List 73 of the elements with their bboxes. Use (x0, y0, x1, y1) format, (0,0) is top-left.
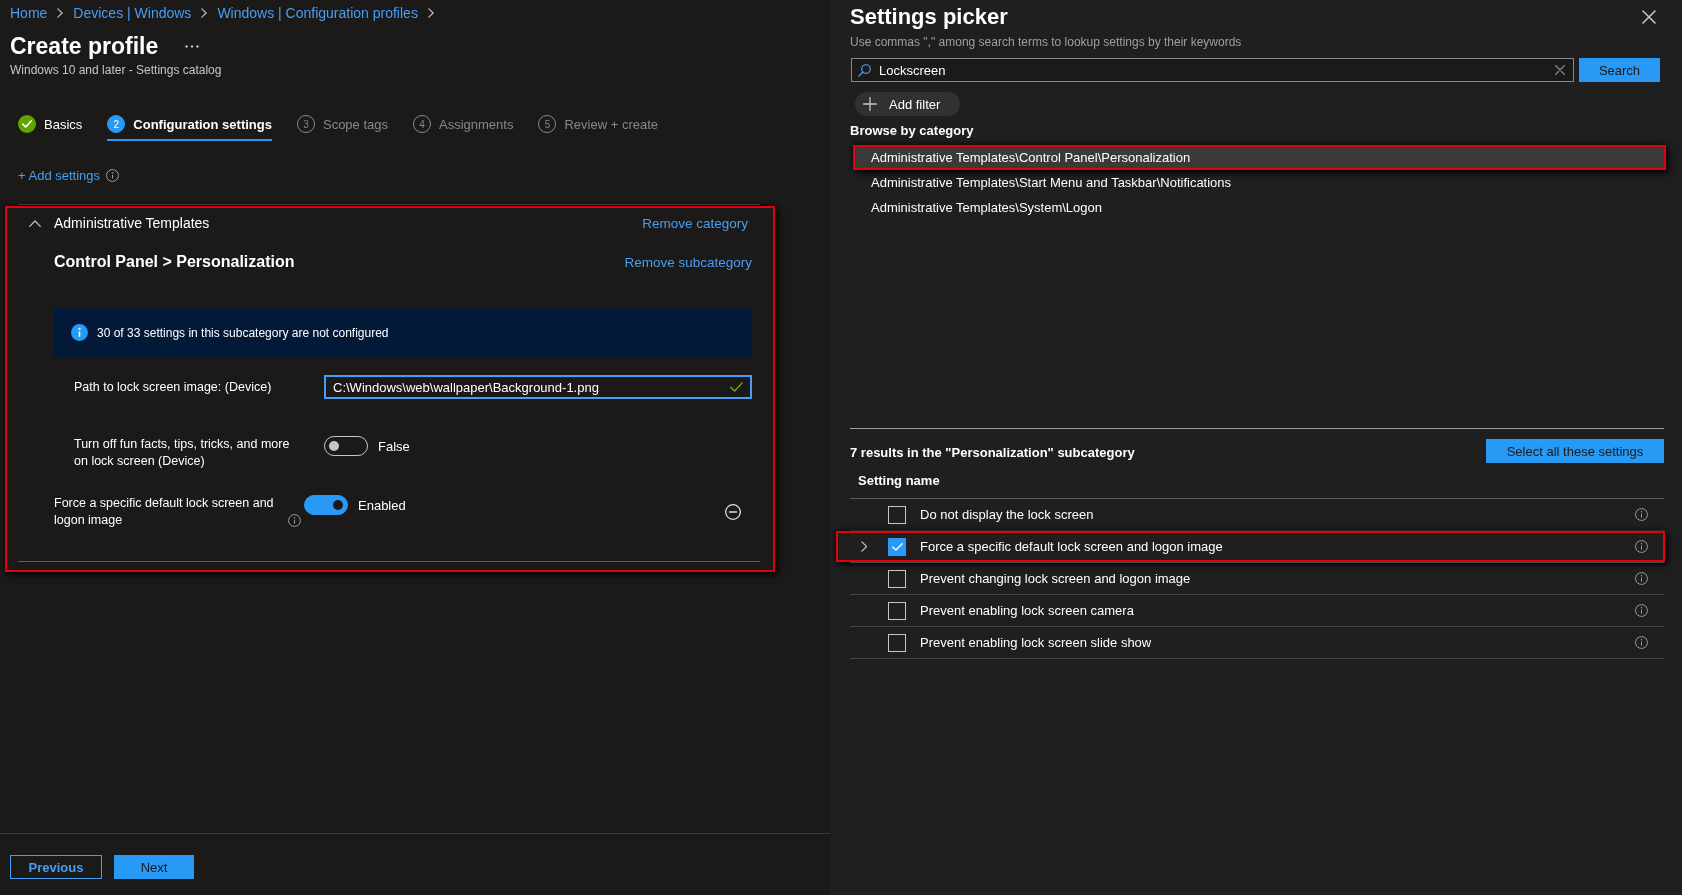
breadcrumb-link[interactable]: Home (10, 5, 48, 21)
setting-label: Turn off fun facts, tips, tricks, and more on lock screen (Device) (74, 436, 291, 470)
setting-name: Prevent enabling lock screen slide show (920, 635, 1152, 650)
setting-name: Prevent enabling lock screen camera (920, 603, 1134, 618)
checkbox[interactable] (888, 633, 906, 652)
remove-subcategory-link[interactable]: Remove subcategory (624, 254, 752, 270)
wizard-step[interactable]: 2 Configuration settings (107, 109, 272, 141)
info-icon (71, 324, 88, 341)
checkmark-icon (891, 542, 903, 551)
page-subtitle: Windows 10 and later - Settings catalog (10, 62, 222, 78)
wizard-step[interactable]: 5 Review + create (538, 109, 658, 141)
info-icon[interactable] (1635, 636, 1648, 649)
setting-row[interactable]: Prevent enabling lock screen camera (836, 595, 1665, 626)
checkbox[interactable] (888, 601, 906, 620)
panel-title: Settings picker (850, 4, 1008, 30)
select-all-button[interactable]: Select all these settings (1486, 439, 1664, 463)
column-header: Setting name (858, 473, 940, 488)
search-hint: Use commas "," among search terms to lookup settings by their keywords (850, 34, 1242, 50)
step-number: 2 (107, 115, 126, 133)
breadcrumb-link[interactable]: Windows | Configuration profiles (217, 5, 418, 21)
toggle-switch[interactable] (304, 495, 348, 515)
toggle-state-label: Enabled (358, 497, 406, 513)
category-item[interactable]: Administrative Templates\System\Logon (853, 195, 1666, 220)
checkbox[interactable] (888, 537, 906, 556)
remove-category-link[interactable]: Remove category (642, 215, 748, 231)
check-circle-icon (18, 115, 36, 133)
wizard-step[interactable]: Basics (18, 109, 83, 141)
ellipsis-icon (185, 44, 200, 48)
category-item[interactable]: Administrative Templates\Control Panel\Personalization (853, 145, 1666, 170)
search-field[interactable]: Lockscreen (851, 58, 1574, 82)
setting-name: Prevent changing lock screen and logon image (920, 571, 1191, 586)
setting-row[interactable]: Do not display the lock screen (836, 499, 1665, 530)
page-title: Create profile (10, 32, 159, 61)
chevron-right-icon (201, 8, 208, 18)
setting-row[interactable]: Prevent changing lock screen and logon image (836, 563, 1665, 594)
close-icon[interactable] (1642, 10, 1656, 24)
toggle-state-label: False (378, 438, 410, 454)
previous-button[interactable]: Previous (10, 855, 102, 879)
search-icon (858, 63, 871, 77)
search-button[interactable]: Search (1579, 58, 1660, 82)
setting-row[interactable]: Force a specific default lock screen and logon image (836, 531, 1665, 562)
section-heading: Browse by category (850, 123, 974, 139)
setting-name: Force a specific default lock screen and logon image (920, 539, 1223, 554)
clear-icon[interactable] (1555, 65, 1565, 75)
wizard-step[interactable]: 4 Assignments (413, 109, 514, 141)
info-icon[interactable] (288, 514, 301, 527)
info-icon[interactable] (1635, 604, 1648, 617)
add-filter-button[interactable]: Add filter (855, 92, 960, 116)
info-banner-text: 30 of 33 settings in this subcategory are not configured (97, 325, 389, 340)
plus-icon (863, 97, 877, 111)
category-title: Administrative Templates (54, 215, 210, 231)
checkbox[interactable] (888, 505, 906, 524)
info-icon[interactable] (1635, 508, 1648, 521)
results-summary: 7 results in the "Personalization" subcategory (850, 444, 1135, 460)
info-icon[interactable] (1635, 572, 1648, 585)
chevron-right-icon (427, 8, 434, 18)
info-icon[interactable] (1635, 540, 1648, 553)
add-settings-link[interactable]: + Add settings (18, 167, 101, 183)
subcategory-title: Control Panel > Personalization (54, 253, 295, 271)
next-button[interactable]: Next (114, 855, 194, 879)
chevron-right-icon (57, 8, 64, 18)
category-item[interactable]: Administrative Templates\Start Menu and Taskbar\Notifications (853, 170, 1666, 195)
setting-row[interactable]: Prevent enabling lock screen slide show (836, 627, 1665, 658)
checkbox[interactable] (888, 569, 906, 588)
setting-label: Path to lock screen image: (Device) (74, 378, 272, 396)
breadcrumb-link[interactable]: Devices | Windows (73, 5, 192, 21)
chevron-up-icon[interactable] (29, 219, 41, 227)
setting-label: Force a specific default lock screen and logon image (54, 495, 275, 529)
minus-circle-icon[interactable] (725, 504, 741, 520)
wizard-step[interactable]: 3 Scope tags (296, 109, 388, 141)
setting-name: Do not display the lock screen (920, 507, 1094, 522)
text-input-field[interactable]: C:\Windows\web\wallpaper\Background-1.png (324, 375, 752, 399)
info-icon[interactable] (106, 168, 120, 182)
